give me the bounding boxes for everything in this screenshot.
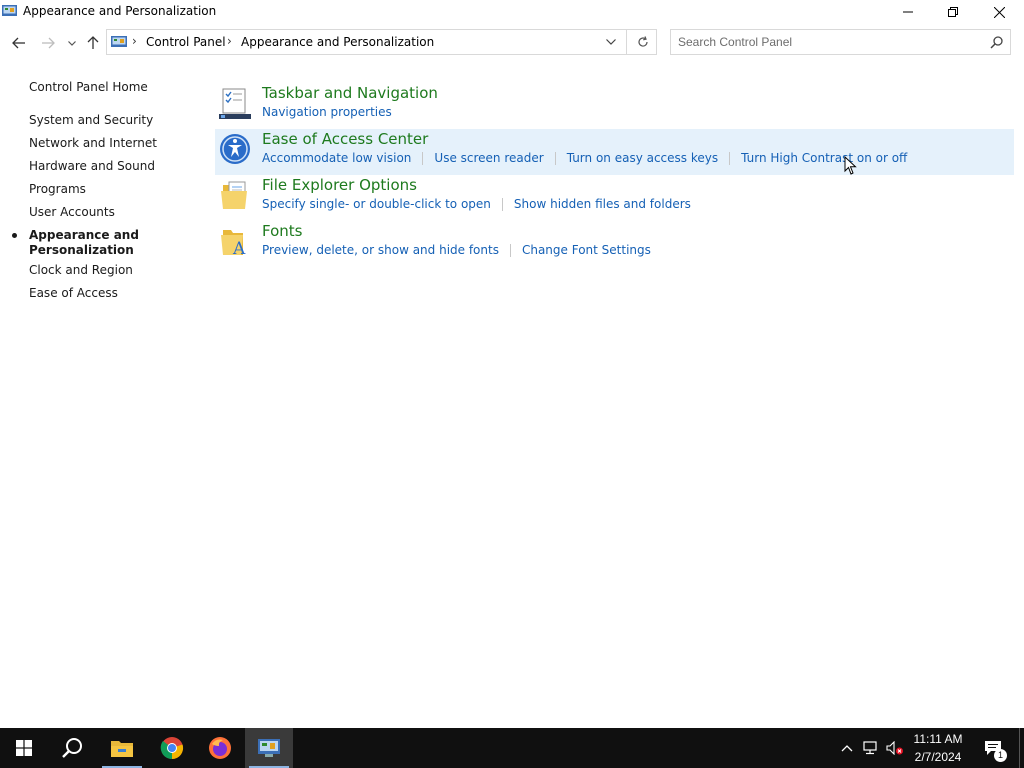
arrow-up-icon	[87, 36, 99, 49]
folder-options-icon[interactable]	[219, 179, 251, 211]
link-separator	[729, 151, 731, 165]
sidebar-item-system-security[interactable]: System and Security	[29, 113, 153, 127]
link-navigation-properties[interactable]: Navigation properties	[262, 105, 392, 119]
link-separator	[422, 151, 424, 165]
control-panel-icon	[2, 5, 17, 16]
chrome-icon	[160, 737, 184, 760]
arrow-right-icon	[42, 37, 55, 49]
network-tray-icon[interactable]	[862, 728, 880, 768]
breadcrumb-separator[interactable]: ›	[227, 34, 232, 48]
link-use-screen-reader[interactable]: Use screen reader	[434, 151, 543, 165]
show-hidden-icons-button[interactable]	[838, 728, 856, 768]
svg-text:A: A	[232, 239, 246, 257]
back-button[interactable]	[8, 32, 30, 54]
category-title[interactable]: Taskbar and Navigation	[262, 84, 438, 102]
address-history-button[interactable]	[600, 30, 622, 54]
divider	[626, 30, 627, 54]
sidebar-item-hardware-sound[interactable]: Hardware and Sound	[29, 159, 155, 173]
link-separator	[501, 197, 503, 211]
category-title[interactable]: File Explorer Options	[262, 176, 417, 194]
link-easy-access-keys[interactable]: Turn on easy access keys	[567, 151, 718, 165]
link-high-contrast[interactable]: Turn High Contrast on or off	[741, 151, 907, 165]
title-bar: Appearance and Personalization	[0, 0, 1024, 24]
sidebar-item-network-internet[interactable]: Network and Internet	[29, 136, 157, 150]
category-taskbar-navigation: Taskbar and Navigation Navigation proper…	[215, 83, 1014, 129]
recent-locations-button[interactable]	[64, 32, 80, 54]
link-change-font-settings[interactable]: Change Font Settings	[522, 243, 651, 257]
close-button[interactable]	[976, 0, 1022, 24]
control-panel-icon	[258, 739, 280, 757]
refresh-icon	[638, 36, 648, 47]
sidebar-control-panel-home[interactable]: Control Panel Home	[29, 80, 148, 94]
minimize-icon	[903, 11, 913, 13]
control-panel-icon	[111, 36, 127, 47]
network-icon	[863, 741, 877, 755]
window-title: Appearance and Personalization	[23, 4, 217, 18]
category-title[interactable]: Fonts	[262, 222, 302, 240]
file-explorer-icon	[111, 741, 133, 757]
category-links: Navigation properties	[262, 105, 392, 119]
clock-time[interactable]: 11:11 AM	[905, 732, 971, 746]
link-separator	[554, 151, 556, 165]
restore-button[interactable]	[930, 0, 976, 24]
active-bullet	[12, 233, 17, 238]
firefox-icon	[209, 737, 231, 759]
volume-muted-icon	[886, 741, 903, 755]
start-button[interactable]	[0, 728, 48, 768]
notification-count-badge: 1	[994, 749, 1007, 762]
taskbar-file-explorer[interactable]	[98, 728, 146, 768]
sidebar-item-clock-region[interactable]: Clock and Region	[29, 263, 133, 277]
category-links: Accommodate low vision Use screen reader…	[262, 151, 907, 165]
minimize-button[interactable]	[885, 0, 931, 24]
restore-icon	[948, 7, 958, 17]
sidebar-item-programs[interactable]: Programs	[29, 182, 86, 196]
taskbar-firefox[interactable]	[196, 728, 244, 768]
breadcrumb-control-panel[interactable]: Control Panel	[146, 35, 226, 49]
chevron-down-icon	[606, 39, 616, 45]
arrow-left-icon	[12, 37, 25, 49]
fonts-folder-icon[interactable]: A	[219, 225, 251, 257]
category-title[interactable]: Ease of Access Center	[262, 130, 428, 148]
category-links: Specify single- or double-click to open …	[262, 197, 691, 211]
category-links: Preview, delete, or show and hide fonts …	[262, 243, 651, 257]
sidebar-active-line2: Personalization	[29, 243, 134, 257]
link-accommodate-low-vision[interactable]: Accommodate low vision	[262, 151, 411, 165]
up-button[interactable]	[82, 32, 104, 54]
link-preview-fonts[interactable]: Preview, delete, or show and hide fonts	[262, 243, 499, 257]
sidebar-item-user-accounts[interactable]: User Accounts	[29, 205, 115, 219]
taskbar-control-panel[interactable]	[245, 728, 293, 768]
sidebar-item-appearance-personalization[interactable]: Appearance and Personalization	[29, 228, 139, 258]
search-box[interactable]	[670, 29, 1011, 55]
chevron-up-icon	[841, 744, 853, 751]
category-fonts: A Fonts Preview, delete, or show and hid…	[215, 221, 1014, 267]
link-separator	[509, 243, 511, 257]
taskbar: 11:11 AM 2/7/2024 1	[0, 728, 1024, 768]
taskbar-search-button[interactable]	[48, 728, 96, 768]
windows-logo-icon	[16, 740, 32, 756]
search-icon[interactable]	[990, 35, 1004, 49]
taskbar-chrome[interactable]	[148, 728, 196, 768]
category-ease-of-access-center: Ease of Access Center Accommodate low vi…	[215, 129, 1014, 175]
chevron-down-icon	[68, 40, 76, 46]
breadcrumb-appearance[interactable]: Appearance and Personalization	[241, 35, 434, 49]
forward-button[interactable]	[37, 32, 59, 54]
breadcrumb-separator[interactable]: ›	[132, 34, 137, 48]
taskbar-checklist-icon[interactable]	[219, 87, 251, 119]
ease-of-access-icon[interactable]	[219, 133, 251, 165]
search-icon	[62, 738, 82, 758]
sidebar-active-line1: Appearance and	[29, 228, 139, 242]
mouse-cursor-icon	[844, 156, 857, 175]
search-input[interactable]	[678, 34, 978, 50]
volume-tray-icon[interactable]	[885, 728, 905, 768]
sidebar-item-ease-of-access[interactable]: Ease of Access	[29, 286, 118, 300]
close-icon	[993, 6, 1005, 18]
link-single-double-click[interactable]: Specify single- or double-click to open	[262, 197, 491, 211]
address-bar[interactable]: › Control Panel › Appearance and Persona…	[106, 29, 657, 55]
clock-date[interactable]: 2/7/2024	[905, 750, 971, 764]
action-center-button[interactable]: 1	[978, 728, 1008, 768]
show-desktop-button[interactable]	[1019, 728, 1024, 768]
refresh-button[interactable]	[630, 30, 656, 54]
category-file-explorer-options: File Explorer Options Specify single- or…	[215, 175, 1014, 221]
link-show-hidden-files[interactable]: Show hidden files and folders	[514, 197, 691, 211]
